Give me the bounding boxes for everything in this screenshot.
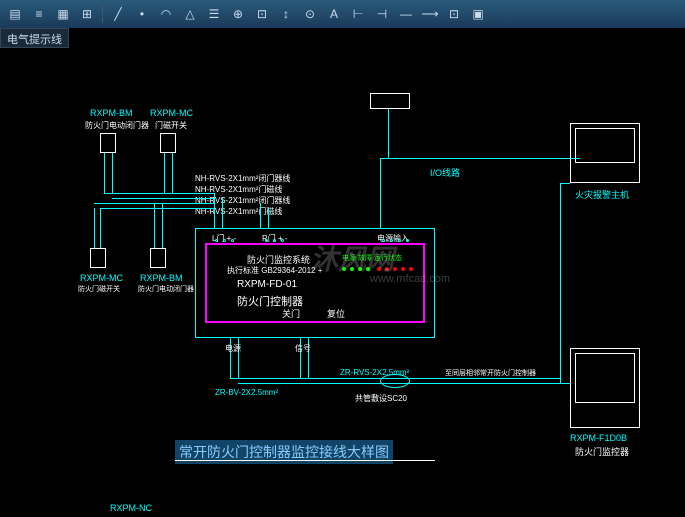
- led-g3: [358, 267, 362, 271]
- tool-btn-4[interactable]: ⊞: [76, 3, 98, 25]
- tool-btn-5[interactable]: ╱: [107, 3, 129, 25]
- component-bm2: [150, 248, 166, 268]
- label-bm-desc: 防火门电动闭门器: [85, 120, 149, 131]
- label-cable1: NH-RVS-2X1mm²闭门器线: [195, 173, 290, 184]
- wire-host-v: [560, 183, 561, 383]
- wire-mon-h: [560, 383, 570, 384]
- wire-h1: [104, 193, 214, 194]
- label-rxpm-mc2: RXPM-MC: [80, 273, 123, 283]
- ctrl-reset: 复位: [327, 307, 345, 320]
- led-g4: [366, 267, 370, 271]
- label-monitor: 防火门监控器: [575, 445, 629, 458]
- wire-v7: [260, 203, 261, 228]
- ctrl-model: RXPM-FD-01: [237, 279, 297, 290]
- term-10: [406, 239, 409, 242]
- tool-btn-14[interactable]: A: [323, 3, 345, 25]
- label-signal: 信号: [295, 343, 311, 354]
- led-r5: [409, 267, 413, 271]
- led-g1: [342, 267, 346, 271]
- label-mc2-desc: 防火门磁开关: [78, 284, 120, 294]
- drawing-canvas[interactable]: RXPM-BM RXPM-MC 防火门电动闭门器 门磁开关 RXPM-MC RX…: [0, 48, 685, 517]
- tool-btn-2[interactable]: ≡: [28, 3, 50, 25]
- wire-io-h: [380, 158, 580, 159]
- tool-btn-13[interactable]: ⊙: [299, 3, 321, 25]
- label-f1dob: RXPM-F1D0B: [570, 433, 627, 443]
- tool-btn-3[interactable]: ▦: [52, 3, 74, 25]
- monitor-screen: [575, 353, 635, 403]
- label-conduit: 共管敷设SC20: [355, 393, 407, 404]
- component-mc2: [90, 248, 106, 268]
- wire-host-h: [560, 183, 570, 184]
- led-g2: [350, 267, 354, 271]
- label-rxpm-bm: RXPM-BM: [90, 108, 133, 118]
- led-r1: [377, 267, 381, 271]
- term-6: [281, 239, 284, 242]
- label-power: 电源: [225, 343, 241, 354]
- tool-btn-19[interactable]: ⊡: [443, 3, 465, 25]
- tool-btn-18[interactable]: ⟶: [419, 3, 441, 25]
- component-bm: [100, 133, 116, 153]
- tab-label[interactable]: 电气提示线: [0, 28, 69, 48]
- wire-h4: [100, 208, 214, 209]
- tool-btn-1[interactable]: ▤: [4, 3, 26, 25]
- title-bar: ▤ ≡ ▦ ⊞ ╱ • ◠ △ ☰ ⊕ ⊡ ↕ ⊙ A ⊢ ⊣ — ⟶ ⊡ ▣: [0, 0, 685, 28]
- wire-v9: [94, 208, 95, 248]
- controller-box: L门 + - R门 + - 电源输入 防火门监控系统 执行标准 GB29364-…: [205, 243, 425, 323]
- label-zrbv: ZR-BV-2X2.5mm²: [215, 388, 278, 397]
- label-host: 火灾报警主机: [575, 188, 629, 201]
- io-module: [370, 93, 410, 109]
- wire-v12: [162, 203, 163, 248]
- term-9: [398, 239, 401, 242]
- label-next: 至同层相邻常开防火门控制器: [445, 368, 536, 378]
- label-rxpm-bm2: RXPM-BM: [140, 273, 183, 283]
- conduit-oval: [380, 374, 410, 388]
- wire-v6: [222, 198, 223, 228]
- ctrl-std: 执行标准 GB29364-2012 +: [227, 265, 322, 276]
- host-screen: [575, 128, 635, 163]
- term-3: [231, 239, 234, 242]
- ctrl-close: 关门: [282, 307, 300, 320]
- tool-btn-9[interactable]: ☰: [203, 3, 225, 25]
- label-cable3: NH-RVS-2X1mm²闭门器线: [195, 195, 290, 206]
- term-5: [273, 239, 276, 242]
- tool-btn-8[interactable]: △: [179, 3, 201, 25]
- term-8: [390, 239, 393, 242]
- wire-v4: [172, 153, 173, 193]
- ctrl-fault: 电源 故障 运行状态: [342, 253, 402, 263]
- term-2: [223, 239, 226, 242]
- label-bm2-desc: 防火门电动闭门器: [138, 284, 194, 294]
- tool-btn-20[interactable]: ▣: [467, 3, 489, 25]
- tool-btn-16[interactable]: ⊣: [371, 3, 393, 25]
- tool-btn-10[interactable]: ⊕: [227, 3, 249, 25]
- wire-v3: [164, 153, 165, 193]
- term-4: [265, 239, 268, 242]
- wire-v2: [112, 153, 113, 193]
- tool-btn-7[interactable]: ◠: [155, 3, 177, 25]
- component-mc: [160, 133, 176, 153]
- separator: [102, 5, 103, 23]
- tool-btn-6[interactable]: •: [131, 3, 153, 25]
- led-r2: [385, 267, 389, 271]
- term-7: [382, 239, 385, 242]
- label-mc-desc: 门磁开关: [155, 120, 187, 131]
- wire-h2: [112, 198, 214, 199]
- wire-v5: [214, 193, 215, 228]
- led-r4: [401, 267, 405, 271]
- led-r3: [393, 267, 397, 271]
- label-rxpm-nc: RXPM-NC: [110, 503, 152, 513]
- wire-io-v: [380, 158, 381, 228]
- wire-v1: [104, 153, 105, 193]
- label-io: I/O线路: [430, 166, 460, 179]
- tool-btn-15[interactable]: ⊢: [347, 3, 369, 25]
- wire-v10: [100, 208, 101, 248]
- wire-v8: [268, 208, 269, 228]
- wire-v11: [154, 203, 155, 248]
- wire-mod-v: [388, 109, 389, 158]
- tool-btn-17[interactable]: —: [395, 3, 417, 25]
- title-underline: [175, 460, 435, 461]
- tool-btn-12[interactable]: ↕: [275, 3, 297, 25]
- term-1: [215, 239, 218, 242]
- tool-btn-11[interactable]: ⊡: [251, 3, 273, 25]
- label-rxpm-mc: RXPM-MC: [150, 108, 193, 118]
